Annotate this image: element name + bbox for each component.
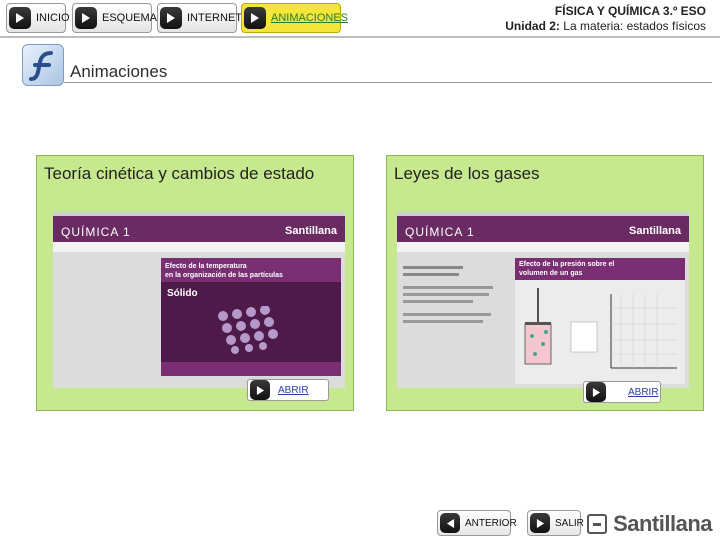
preview-body: Efecto de la presión sobre el volumen de…	[397, 252, 689, 388]
open-gases-button[interactable]: ABRIR	[583, 381, 661, 403]
preview-subject: QUÍMICA 1	[61, 225, 131, 239]
section-title: Animaciones	[70, 62, 168, 81]
preview-card: Efecto de la presión sobre el volumen de…	[515, 258, 685, 384]
preview-brand: Santillana	[629, 225, 681, 237]
page: INICIO ESQUEMA INTERNET ANIMACIONES FÍSI…	[0, 0, 720, 540]
preview-card-title-1: Efecto de la temperatura	[165, 263, 247, 270]
card-title: Leyes de los gases	[394, 164, 540, 183]
exit-label: SALIR	[555, 517, 584, 529]
open-label: ABRIR	[628, 386, 659, 398]
unit-title: La materia: estados físicos	[563, 19, 706, 33]
nav-internet-button[interactable]: INTERNET	[157, 3, 242, 33]
play-icon	[75, 7, 97, 29]
preview-card-header: Efecto de la presión sobre el volumen de…	[515, 258, 685, 280]
card-title: Teoría cinética y cambios de estado	[44, 164, 315, 183]
nav-animaciones-button[interactable]: ANIMACIONES	[241, 3, 348, 33]
preview-header: QUÍMICA 1 Santillana	[397, 216, 689, 242]
santillana-logo: Santillana	[587, 511, 712, 537]
section-divider	[64, 82, 712, 83]
animation-card-gases: Leyes de los gases QUÍMICA 1 Santillana …	[386, 155, 704, 411]
play-icon	[586, 382, 606, 402]
animation-preview[interactable]: QUÍMICA 1 Santillana Efecto de la temper…	[53, 212, 345, 388]
previous-button[interactable]: ANTERIOR	[437, 510, 517, 536]
play-icon	[250, 380, 270, 400]
santillana-logo-icon	[587, 514, 608, 534]
preview-subject: QUÍMICA 1	[405, 225, 475, 239]
nav-internet-label: INTERNET	[187, 12, 242, 24]
logo-text: Santillana	[613, 511, 712, 536]
preview-card-title-1: Efecto de la presión sobre el	[519, 261, 615, 268]
nav-animaciones-label: ANIMACIONES	[271, 12, 349, 24]
unit-label: Unidad 2:	[505, 19, 560, 33]
gas-piston-graph-icon	[524, 288, 677, 369]
play-icon	[160, 7, 182, 29]
nav-esquema-label: ESQUEMA	[102, 12, 158, 24]
open-teoria-button[interactable]: ABRIR	[247, 379, 329, 401]
play-icon	[9, 7, 31, 29]
open-label: ABRIR	[278, 384, 309, 396]
preview-text-lines	[403, 266, 503, 326]
nav-inicio-label: INICIO	[36, 12, 70, 24]
exit-button[interactable]: SALIR	[527, 510, 584, 536]
nav-esquema-button[interactable]: ESQUEMA	[72, 3, 157, 33]
previous-label: ANTERIOR	[465, 517, 517, 529]
preview-header: QUÍMICA 1 Santillana	[53, 216, 345, 242]
course-title: FÍSICA Y QUÍMICA 3.º ESO	[554, 4, 706, 18]
preview-stage: Sólido	[161, 282, 341, 362]
flash-icon	[22, 44, 64, 86]
header-divider	[0, 36, 720, 38]
preview-subbar	[53, 242, 345, 252]
course-header: FÍSICA Y QUÍMICA 3.º ESO Unidad 2: La ma…	[505, 4, 706, 34]
animation-preview[interactable]: QUÍMICA 1 Santillana Efecto de la presió…	[397, 212, 689, 388]
unit-line: Unidad 2: La materia: estados físicos	[505, 19, 706, 34]
preview-brand: Santillana	[285, 225, 337, 237]
play-icon	[530, 513, 550, 533]
play-icon	[244, 7, 266, 29]
animation-card-teoria: Teoría cinética y cambios de estado QUÍM…	[36, 155, 354, 411]
preview-subbar	[397, 242, 689, 252]
preview-card-title-2: volumen de un gas	[519, 270, 583, 277]
particle-lattice-icon	[218, 306, 278, 354]
preview-card: Efecto de la temperatura en la organizac…	[161, 258, 341, 376]
preview-card-title-2: en la organización de las partículas	[165, 272, 283, 279]
preview-body: Efecto de la temperatura en la organizac…	[53, 252, 345, 388]
nav-inicio-button[interactable]: INICIO	[6, 3, 70, 33]
play-back-icon	[440, 513, 460, 533]
preview-state-label: Sólido	[167, 288, 198, 299]
